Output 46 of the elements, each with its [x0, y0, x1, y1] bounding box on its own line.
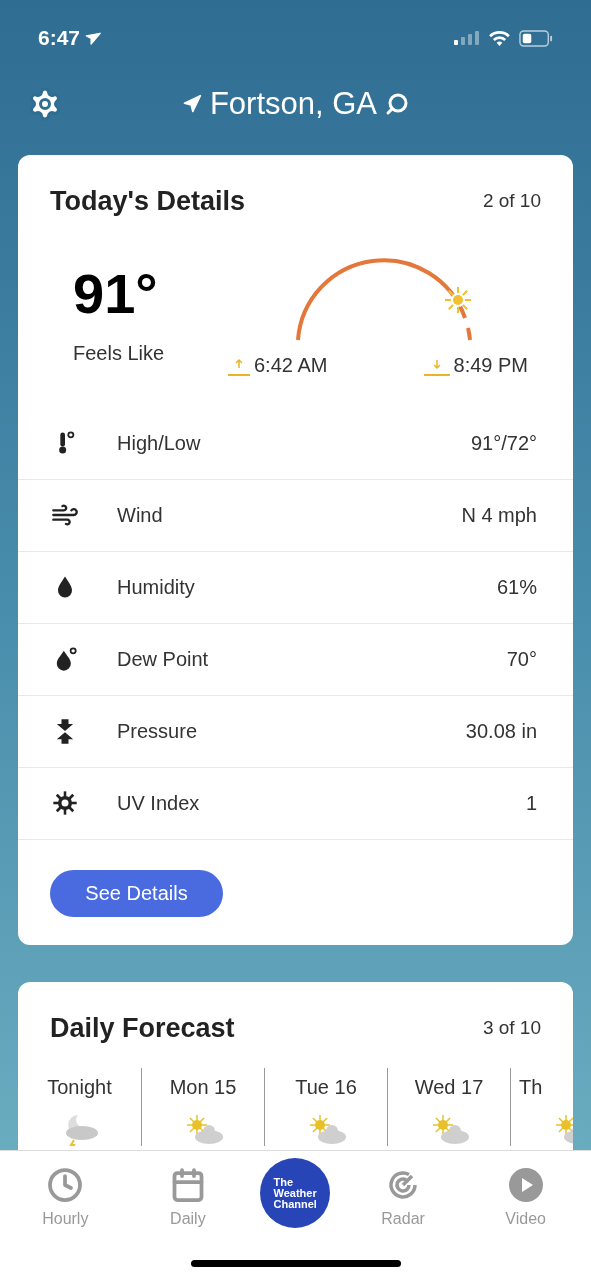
- detail-label: Pressure: [117, 719, 199, 744]
- detail-label: Humidity: [117, 575, 196, 600]
- play-icon: [507, 1167, 544, 1203]
- tab[interactable]: Daily: [137, 1155, 238, 1231]
- detail-value: N 4 mph: [461, 503, 537, 528]
- card-pager: 3 of 10: [482, 1015, 541, 1040]
- uv-icon: [51, 789, 79, 817]
- logo-word: Channel: [273, 1198, 317, 1210]
- detail-label: High/Low: [117, 431, 202, 456]
- battery-icon: [519, 29, 553, 47]
- logo-word: The: [273, 1176, 294, 1188]
- detail-value: 30.08 in: [465, 719, 537, 744]
- card-title: Today's Details: [50, 185, 245, 218]
- detail-label: UV Index: [117, 791, 201, 816]
- day-label: Mon 15: [169, 1075, 237, 1100]
- day-label: Th: [519, 1075, 543, 1100]
- tab[interactable]: Radar: [353, 1155, 454, 1231]
- detail-label: Wind: [117, 503, 164, 528]
- tab[interactable]: Video: [475, 1155, 576, 1231]
- feels-like-temperature: 91°: [73, 265, 159, 322]
- feels-like-label: Feels Like: [73, 340, 166, 366]
- location-name: Fortson, GA: [209, 84, 378, 123]
- sunset-time: 8:49 PM: [453, 352, 528, 378]
- day-label: Wed 17: [414, 1075, 484, 1100]
- detail-value: 70°: [506, 647, 537, 672]
- tab[interactable]: Hourly: [15, 1155, 116, 1231]
- search-icon[interactable]: [385, 92, 410, 116]
- logo-word: Weather: [273, 1187, 317, 1199]
- signal-icon: [454, 31, 480, 45]
- wifi-icon: [488, 29, 511, 47]
- detail-value: 91°/72°: [470, 431, 537, 456]
- day-label: Tue 16: [295, 1075, 357, 1100]
- day-label: Tonight: [47, 1075, 112, 1100]
- weather-channel-logo[interactable]: The Weather Channel: [260, 1158, 331, 1228]
- card-title: Daily Forecast: [50, 1011, 235, 1045]
- sunset-icon: [423, 357, 450, 376]
- see-details-button[interactable]: See Details: [50, 869, 223, 917]
- status-time: 6:47: [38, 25, 81, 52]
- detail-value: 61%: [496, 575, 537, 600]
- sunrise-time: 6:42 AM: [254, 352, 328, 378]
- sunrise-icon: [228, 357, 250, 376]
- location-arrow-icon: [181, 94, 202, 114]
- detail-value: 1: [525, 791, 537, 816]
- card-pager: 2 of 10: [482, 189, 541, 213]
- clock-icon: [47, 1167, 84, 1203]
- detail-label: Dew Point: [117, 647, 210, 672]
